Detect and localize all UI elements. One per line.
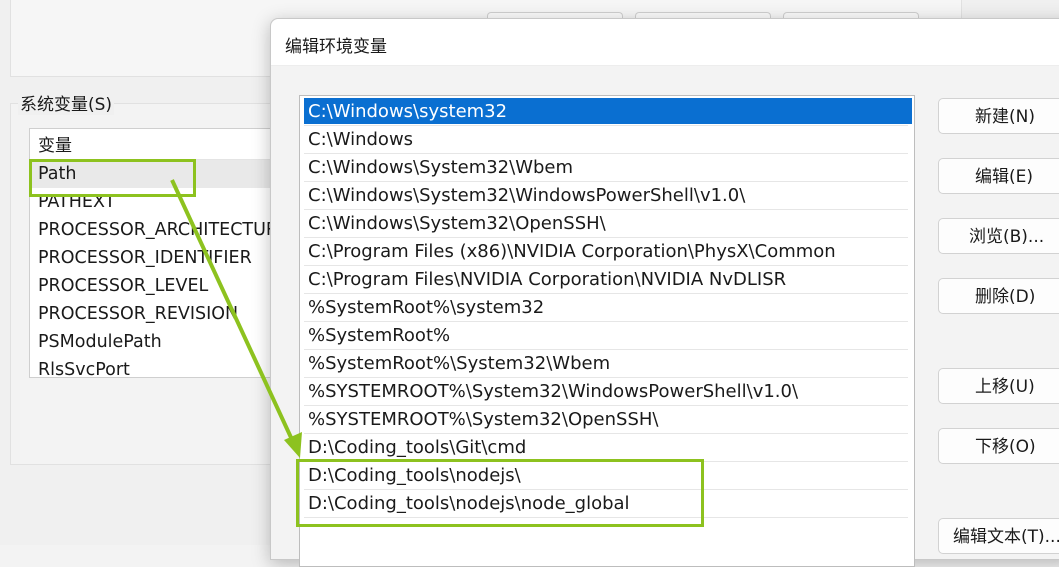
delete-button[interactable]: 删除(D) [938,278,1059,314]
move-down-button[interactable]: 下移(O) [938,428,1059,464]
path-entry[interactable]: C:\Program Files\NVIDIA Corporation\NVID… [304,266,786,292]
nodejs-paths-highlight [296,459,704,527]
path-entry[interactable]: C:\Windows\System32\OpenSSH\ [304,210,606,236]
new-button[interactable]: 新建(N) [938,98,1059,134]
path-entry[interactable]: D:\Coding_tools\Git\cmd [304,434,526,460]
dialog-titlebar[interactable]: 编辑环境变量 [271,19,1059,66]
system-variables-label: 系统变量(S) [18,90,115,115]
edit-button[interactable]: 编辑(E) [938,158,1059,194]
dialog-title: 编辑环境变量 [285,37,387,57]
path-entry[interactable]: %SYSTEMROOT%\System32\OpenSSH\ [304,406,658,432]
path-entry[interactable]: C:\Windows [304,126,413,152]
path-entry[interactable]: %SystemRoot% [304,322,450,348]
path-entry[interactable]: C:\Windows\System32\WindowsPowerShell\v1… [304,182,745,208]
path-entry[interactable]: C:\Windows\system32 [304,98,912,124]
edit-text-button[interactable]: 编辑文本(T)... [938,518,1059,554]
path-entry[interactable]: C:\Windows\System32\Wbem [304,154,573,180]
path-variable-highlight [29,159,196,197]
browse-button[interactable]: 浏览(B)... [938,218,1059,254]
path-entry[interactable]: %SystemRoot%\system32 [304,294,544,320]
path-entry[interactable]: %SYSTEMROOT%\System32\WindowsPowerShell\… [304,378,798,404]
path-entry[interactable]: C:\Program Files (x86)\NVIDIA Corporatio… [304,238,836,264]
move-up-button[interactable]: 上移(U) [938,368,1059,404]
path-entry[interactable]: %SystemRoot%\System32\Wbem [304,350,610,376]
